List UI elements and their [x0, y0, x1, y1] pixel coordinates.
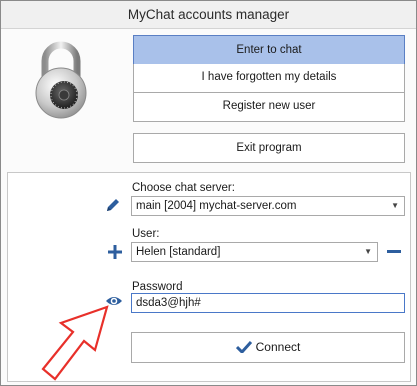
- server-select-value: main [2004] mychat-server.com: [136, 200, 297, 212]
- enter-chat-button[interactable]: Enter to chat: [133, 35, 405, 65]
- forgot-details-button[interactable]: I have forgotten my details: [133, 64, 405, 93]
- chevron-down-icon: ▼: [364, 247, 372, 256]
- user-select[interactable]: Helen [standard] ▼: [131, 242, 378, 262]
- connect-label: Connect: [255, 340, 301, 354]
- padlock-icon: [35, 41, 87, 119]
- minus-icon[interactable]: [387, 250, 401, 254]
- register-button[interactable]: Register new user: [133, 93, 405, 122]
- password-field[interactable]: dsda3@hjh#: [131, 293, 405, 313]
- exit-button[interactable]: Exit program: [133, 133, 405, 163]
- password-value: dsda3@hjh#: [136, 297, 201, 309]
- chevron-down-icon: ▼: [391, 201, 399, 210]
- accounts-manager-window: MyChat accounts manager Enter to chat I …: [0, 0, 417, 386]
- server-select[interactable]: main [2004] mychat-server.com ▼: [131, 196, 405, 216]
- window-title: MyChat accounts manager: [1, 1, 416, 29]
- user-label: User:: [132, 228, 160, 240]
- password-label: Password: [132, 281, 183, 293]
- user-select-value: Helen [standard]: [136, 246, 221, 258]
- connect-button[interactable]: Connect: [131, 332, 405, 363]
- pencil-icon[interactable]: [104, 196, 122, 214]
- plus-icon[interactable]: [108, 245, 122, 259]
- server-label: Choose chat server:: [132, 182, 235, 194]
- checkmark-icon: [235, 340, 252, 355]
- red-arrow-annotation: [41, 305, 109, 381]
